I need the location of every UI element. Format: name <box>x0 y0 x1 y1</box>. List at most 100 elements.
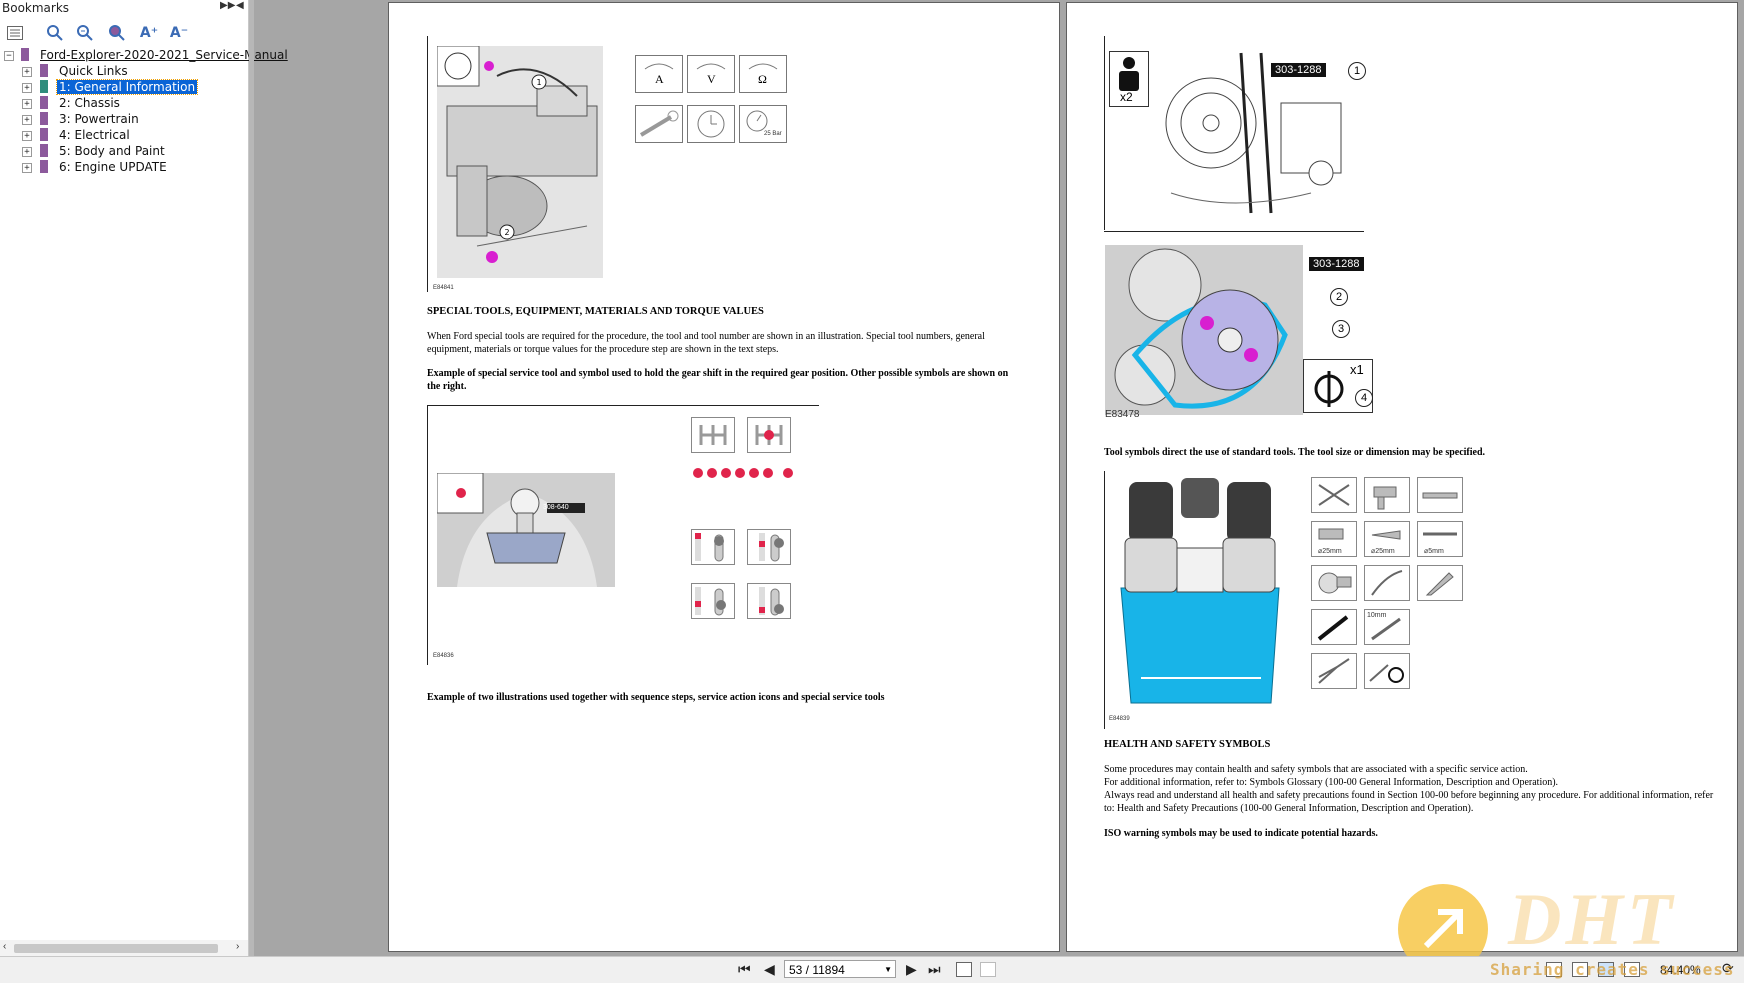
expand-icon[interactable]: + <box>22 99 32 109</box>
knife-tool-icon <box>1417 565 1463 601</box>
bookmark-label[interactable]: 2: Chassis <box>57 96 122 110</box>
sequence-step-icons <box>693 466 793 478</box>
rotation-multiplier: x1 <box>1350 362 1364 377</box>
scrollbar-thumb[interactable] <box>14 944 218 953</box>
bookmark-item[interactable]: + 5: Body and Paint <box>0 143 248 160</box>
tool-size-label: ⌀25mm <box>1371 548 1395 555</box>
clock-icon <box>687 105 735 143</box>
bookmark-label[interactable]: Quick Links <box>57 64 130 78</box>
document-page-left: 1 2 E84841 A V Ω 25 Bar SPECIAL TOOLS, E… <box>388 2 1060 952</box>
bookmark-label[interactable]: 4: Electrical <box>57 128 132 142</box>
svg-text:1: 1 <box>536 78 541 87</box>
bookmarks-header: Bookmarks ▶▶ ◀ <box>0 0 248 16</box>
lever-position-icon <box>691 529 735 565</box>
bookmark-root[interactable]: − Ford-Explorer-2020-2021_Service-Manual <box>0 47 288 64</box>
tool-size-label: 10mm <box>1367 612 1387 619</box>
options-icon[interactable] <box>4 22 26 44</box>
paragraph-bold: Example of special service tool and symb… <box>427 368 1009 392</box>
bookmark-icon <box>40 144 48 160</box>
paragraph: For additional information, refer to: Sy… <box>1104 777 1559 788</box>
figure-rule <box>1104 231 1364 232</box>
paragraph: Always read and understand all health an… <box>1104 790 1714 814</box>
expand-icon[interactable]: + <box>22 163 32 173</box>
bookmark-label-selected[interactable]: 1: General Information <box>55 79 199 95</box>
meter-label: V <box>707 72 716 86</box>
previous-page-icon[interactable]: ◀ <box>764 961 775 978</box>
gear-shift-illustration <box>436 472 615 587</box>
lever-position-icon <box>747 529 791 565</box>
next-page-icon[interactable]: ▶ <box>906 961 917 978</box>
expand-icon[interactable]: + <box>22 147 32 157</box>
increase-font-icon[interactable]: A⁺ <box>138 22 160 44</box>
snap-ring-pliers-tool-icon <box>1364 653 1410 689</box>
figure-frame <box>427 36 428 292</box>
callout-4: 4 <box>1355 389 1373 407</box>
bookmark-item[interactable]: + 4: Electrical <box>0 127 248 144</box>
svg-text:2: 2 <box>504 228 509 237</box>
gauge-label: 25 Bar <box>764 131 782 137</box>
bookmark-label[interactable]: 3: Powertrain <box>57 112 141 126</box>
bookmark-item[interactable]: + 1: General Information <box>0 79 248 96</box>
scroll-right-icon[interactable]: › <box>236 941 239 952</box>
meter-label: A <box>655 72 664 86</box>
paragraph: When Ford special tools are required for… <box>427 331 985 355</box>
bookmark-icon <box>40 128 48 144</box>
expand-icon[interactable]: + <box>22 67 32 77</box>
figure-code: E84836 <box>433 653 454 659</box>
tool-size-label: ⌀5mm <box>1424 548 1444 555</box>
tool-number-tag: 303-1288 <box>1271 63 1326 77</box>
technician-multiplier: x2 <box>1120 90 1133 104</box>
bookmark-item[interactable]: + 3: Powertrain <box>0 111 248 128</box>
callout-1: 1 <box>1348 62 1366 80</box>
last-page-icon[interactable]: ⏭ <box>928 961 941 978</box>
bookmark-icon <box>40 96 48 112</box>
paragraph-bold: Tool symbols direct the use of standard … <box>1104 447 1486 458</box>
gear-select-icon <box>747 417 791 453</box>
bookmark-icon <box>21 48 29 64</box>
panel-collapse-icon[interactable]: ◀ <box>236 0 244 11</box>
status-bar: ⏮ ◀ 53 / 11894 ▼ ▶ ⏭ 84.40% ⟳ <box>0 956 1744 983</box>
current-bookmark-icon[interactable] <box>106 22 128 44</box>
page-indicator: 53 / 11894 <box>789 963 845 977</box>
bookmark-item[interactable]: + 2: Chassis <box>0 95 248 112</box>
page-number-input[interactable]: 53 / 11894 ▼ <box>784 960 896 978</box>
find-bookmark-icon[interactable] <box>44 22 66 44</box>
wrench-icon <box>635 105 683 143</box>
figure-code: E84841 <box>433 285 454 291</box>
figure-frame <box>427 405 428 665</box>
bookmark-icon <box>40 112 48 128</box>
panel-splitter[interactable] <box>249 0 254 956</box>
heat-gun-tool-icon <box>1364 477 1410 513</box>
engine-illustration: 1 2 <box>436 45 603 278</box>
sander-tool-icon <box>1311 565 1357 601</box>
expand-bookmark-icon[interactable] <box>74 22 96 44</box>
section-heading: HEALTH AND SAFETY SYMBOLS <box>1104 739 1271 750</box>
pliers-tool-icon <box>1311 653 1357 689</box>
paragraph: Some procedures may contain health and s… <box>1104 764 1528 775</box>
screwdriver-tool-icon <box>1311 609 1357 645</box>
chevron-down-icon[interactable]: ▼ <box>884 961 892 979</box>
history-forward-icon[interactable] <box>980 962 996 977</box>
gear-pattern-icon <box>691 417 735 453</box>
collapse-icon[interactable]: − <box>4 51 14 61</box>
watermark-logo-text: DHT <box>1508 879 1677 961</box>
expand-icon[interactable]: + <box>22 83 32 93</box>
bookmark-label[interactable]: 6: Engine UPDATE <box>57 160 169 174</box>
callout-2: 2 <box>1330 288 1348 306</box>
expand-icon[interactable]: + <box>22 115 32 125</box>
panel-expand-icon[interactable]: ▶▶ <box>220 0 235 11</box>
scroll-left-icon[interactable]: ‹ <box>3 941 6 952</box>
bookmark-item[interactable]: + Quick Links <box>0 63 248 80</box>
bookmark-icon <box>40 80 48 96</box>
history-back-icon[interactable] <box>956 962 972 977</box>
watermark-tagline: Sharing creates success <box>1490 960 1735 979</box>
bookmark-item[interactable]: + 6: Engine UPDATE <box>0 159 248 176</box>
first-page-icon[interactable]: ⏮ <box>738 961 751 978</box>
figure-code: E84839 <box>1109 716 1130 722</box>
paragraph-bold: ISO warning symbols may be used to indic… <box>1104 828 1378 839</box>
decrease-font-icon[interactable]: A⁻ <box>168 22 190 44</box>
bookmark-label[interactable]: 5: Body and Paint <box>57 144 167 158</box>
expand-icon[interactable]: + <box>22 131 32 141</box>
sidebar-horizontal-scrollbar[interactable]: ‹ › <box>0 940 248 956</box>
tool-size-label: ⌀25mm <box>1318 548 1342 555</box>
